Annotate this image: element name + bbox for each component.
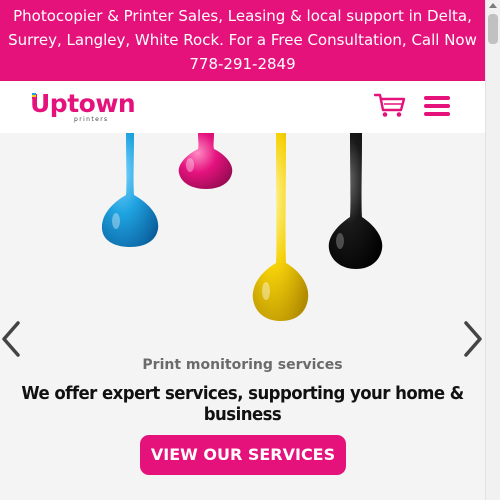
hero-slider: Print monitoring services We offer exper… (0, 133, 485, 500)
banner-phone[interactable]: 778-291-2849 (0, 52, 485, 76)
chevron-right-icon[interactable] (458, 319, 485, 359)
banner-line-1: Photocopier & Printer Sales, Leasing & l… (13, 7, 472, 25)
chevron-left-icon[interactable] (0, 319, 28, 359)
ink-drops-image (101, 133, 383, 321)
view-services-button[interactable]: VIEW OUR SERVICES (140, 435, 346, 475)
logo-wordmark: Uptown (30, 89, 136, 118)
page-scrollbar[interactable] (485, 0, 500, 500)
site-header: Uptown printers (0, 81, 485, 133)
black-ink-drop (328, 133, 383, 269)
banner-line-2: Surrey, Langley, White Rock. For a Free … (8, 31, 477, 49)
scrollbar-thumb[interactable] (488, 14, 498, 44)
uptown-printers-logo[interactable]: Uptown printers (30, 90, 136, 126)
shopping-cart-icon[interactable] (374, 92, 406, 118)
yellow-ink-drop (252, 133, 309, 321)
page: Photocopier & Printer Sales, Leasing & l… (0, 0, 500, 500)
hamburger-menu-icon[interactable] (424, 96, 450, 116)
cyan-ink-drop (101, 133, 159, 247)
top-banner: Photocopier & Printer Sales, Leasing & l… (0, 0, 485, 81)
scroll-up-arrow-icon[interactable] (489, 3, 497, 8)
logo-color-dots (32, 93, 36, 99)
slide-title: We offer expert services, supporting you… (21, 383, 464, 425)
slide-subtitle: Print monitoring services (142, 357, 343, 373)
logo-subtitle: printers (74, 116, 109, 123)
magenta-ink-drop (178, 133, 233, 189)
